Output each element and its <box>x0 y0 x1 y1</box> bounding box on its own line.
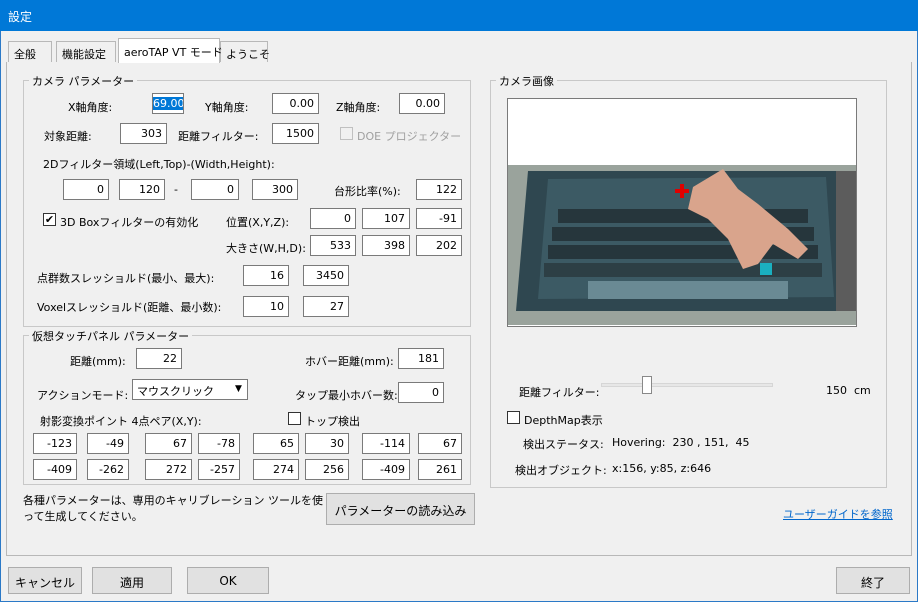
cancel-button[interactable]: キャンセル <box>8 567 82 594</box>
depthmap-label: DepthMap表示 <box>524 414 603 427</box>
proj-point-input[interactable]: -49 <box>87 433 129 454</box>
trapezoid-label: 台形比率(%): <box>334 185 401 198</box>
proj-point-input[interactable]: -114 <box>362 433 410 454</box>
distance-filter-unit: cm <box>854 384 871 397</box>
filter2d-left-input[interactable]: 0 <box>63 179 109 200</box>
z-angle-label: Z軸角度: <box>336 101 381 114</box>
calibration-note: 各種パラメーターは、専用のキャリブレーション ツールを使って生成してください。 <box>23 494 323 523</box>
filter2d-label: 2Dフィルター領域(Left,Top)-(Width,Height): <box>43 158 275 171</box>
voxel-distance-input[interactable]: 10 <box>243 296 289 317</box>
camera-distance-filter-label: 距離フィルター: <box>519 386 600 399</box>
action-mode-value: マウスクリック <box>137 385 214 398</box>
tab-features[interactable]: 機能設定 <box>56 41 116 63</box>
camera-image-title: カメラ画像 <box>496 73 557 89</box>
box3d-checkbox[interactable]: ✔ <box>43 213 56 226</box>
window-title: 設定 <box>8 10 33 24</box>
detect-object-label: 検出オブジェクト: <box>515 464 607 477</box>
filter2d-width-input[interactable]: 0 <box>191 179 239 200</box>
target-distance-label: 対象距離: <box>44 130 92 143</box>
position-label: 位置(X,Y,Z): <box>226 216 290 229</box>
distance-filter-value: 150 <box>826 384 847 397</box>
proj-point-input[interactable]: 261 <box>418 459 462 480</box>
action-mode-select[interactable]: マウスクリック ▼ <box>132 379 248 400</box>
position-z-input[interactable]: -91 <box>416 208 462 229</box>
tp-distance-input[interactable]: 22 <box>136 348 182 369</box>
size-label: 大きさ(W,H,D): <box>226 242 306 255</box>
hover-distance-label: ホバー距離(mm): <box>305 355 394 368</box>
proj-point-input[interactable]: 272 <box>145 459 192 480</box>
proj-point-input[interactable]: -78 <box>198 433 240 454</box>
position-y-input[interactable]: 107 <box>362 208 410 229</box>
point-max-input[interactable]: 3450 <box>303 265 349 286</box>
action-mode-label: アクションモード: <box>37 389 129 402</box>
camera-params-group <box>23 80 471 327</box>
target-distance-input[interactable]: 303 <box>120 123 167 144</box>
camera-preview-image <box>508 99 856 326</box>
doe-projector-checkbox[interactable] <box>340 127 353 140</box>
tap-min-hover-input[interactable]: 0 <box>398 382 444 403</box>
filter2d-height-input[interactable]: 300 <box>252 179 298 200</box>
size-d-input[interactable]: 202 <box>416 235 462 256</box>
proj-point-input[interactable]: -409 <box>33 459 77 480</box>
proj-point-input[interactable]: -409 <box>362 459 410 480</box>
box3d-label: 3D Boxフィルターの有効化 <box>60 216 199 229</box>
load-params-button[interactable]: パラメーターの読み込み <box>326 493 475 525</box>
tab-aerotap-vt-mode[interactable]: aeroTAP VT モード <box>118 38 223 63</box>
size-h-input[interactable]: 398 <box>362 235 410 256</box>
detect-object-value: x:156, y:85, z:646 <box>612 462 712 475</box>
proj-point-input[interactable]: 67 <box>145 433 192 454</box>
top-detect-checkbox[interactable] <box>288 412 301 425</box>
depthmap-checkbox[interactable] <box>507 411 520 424</box>
detect-status-label: 検出ステータス: <box>523 438 604 451</box>
hover-point-marker <box>760 263 772 275</box>
projection-label: 射影変換ポイント 4点ペア(X,Y): <box>40 415 202 428</box>
chevron-down-icon[interactable]: ▼ <box>230 380 247 399</box>
point-min-input[interactable]: 16 <box>243 265 289 286</box>
size-w-input[interactable]: 533 <box>310 235 356 256</box>
proj-point-input[interactable]: 30 <box>305 433 349 454</box>
tab-general[interactable]: 全般 <box>8 41 52 63</box>
position-x-input[interactable]: 0 <box>310 208 356 229</box>
proj-point-input[interactable]: 274 <box>253 459 299 480</box>
touch-panel-title: 仮想タッチパネル パラメーター <box>29 328 193 344</box>
filter2d-top-input[interactable]: 120 <box>119 179 165 200</box>
tp-distance-label: 距離(mm): <box>70 355 126 368</box>
y-angle-input[interactable]: 0.00 <box>272 93 319 114</box>
proj-point-input[interactable]: 67 <box>418 433 462 454</box>
proj-point-input[interactable]: -123 <box>33 433 77 454</box>
proj-point-input[interactable]: 256 <box>305 459 349 480</box>
camera-params-title: カメラ パラメーター <box>29 73 138 89</box>
distance-filter-slider[interactable] <box>601 383 773 387</box>
proj-point-input[interactable]: 65 <box>253 433 299 454</box>
proj-point-input[interactable]: -262 <box>87 459 129 480</box>
doe-projector-label: DOE プロジェクター <box>357 130 462 143</box>
distance-filter-slider-thumb[interactable] <box>642 376 653 394</box>
tap-min-hover-label: タップ最小ホバー数: <box>295 389 398 402</box>
tab-welcome[interactable]: ようこそ <box>220 41 270 63</box>
hover-distance-input[interactable]: 181 <box>398 348 444 369</box>
x-angle-input[interactable]: 69.00 <box>152 93 184 114</box>
distance-filter-label: 距離フィルター: <box>178 130 259 143</box>
point-threshold-label: 点群数スレッショルド(最小、最大): <box>37 272 215 285</box>
proj-point-input[interactable]: -257 <box>198 459 240 480</box>
z-angle-input[interactable]: 0.00 <box>399 93 445 114</box>
top-detect-label: トップ検出 <box>305 415 360 428</box>
x-angle-label: X軸角度: <box>68 101 113 114</box>
voxel-threshold-label: Voxelスレッショルド(距離、最小数): <box>37 301 222 314</box>
exit-button[interactable]: 終了 <box>836 567 910 594</box>
y-angle-label: Y軸角度: <box>205 101 249 114</box>
user-guide-link[interactable]: ユーザーガイドを参照 <box>783 506 893 522</box>
camera-preview <box>507 98 857 327</box>
detect-status-value: Hovering: 230 , 151, 45 <box>612 436 750 449</box>
ok-button[interactable]: OK <box>187 567 269 594</box>
trapezoid-input[interactable]: 122 <box>416 179 462 200</box>
voxel-min-input[interactable]: 27 <box>303 296 349 317</box>
filter2d-dash: - <box>174 183 178 196</box>
distance-filter-input[interactable]: 1500 <box>272 123 319 144</box>
title-bar: 設定 <box>0 0 918 31</box>
apply-button[interactable]: 適用 <box>92 567 172 594</box>
